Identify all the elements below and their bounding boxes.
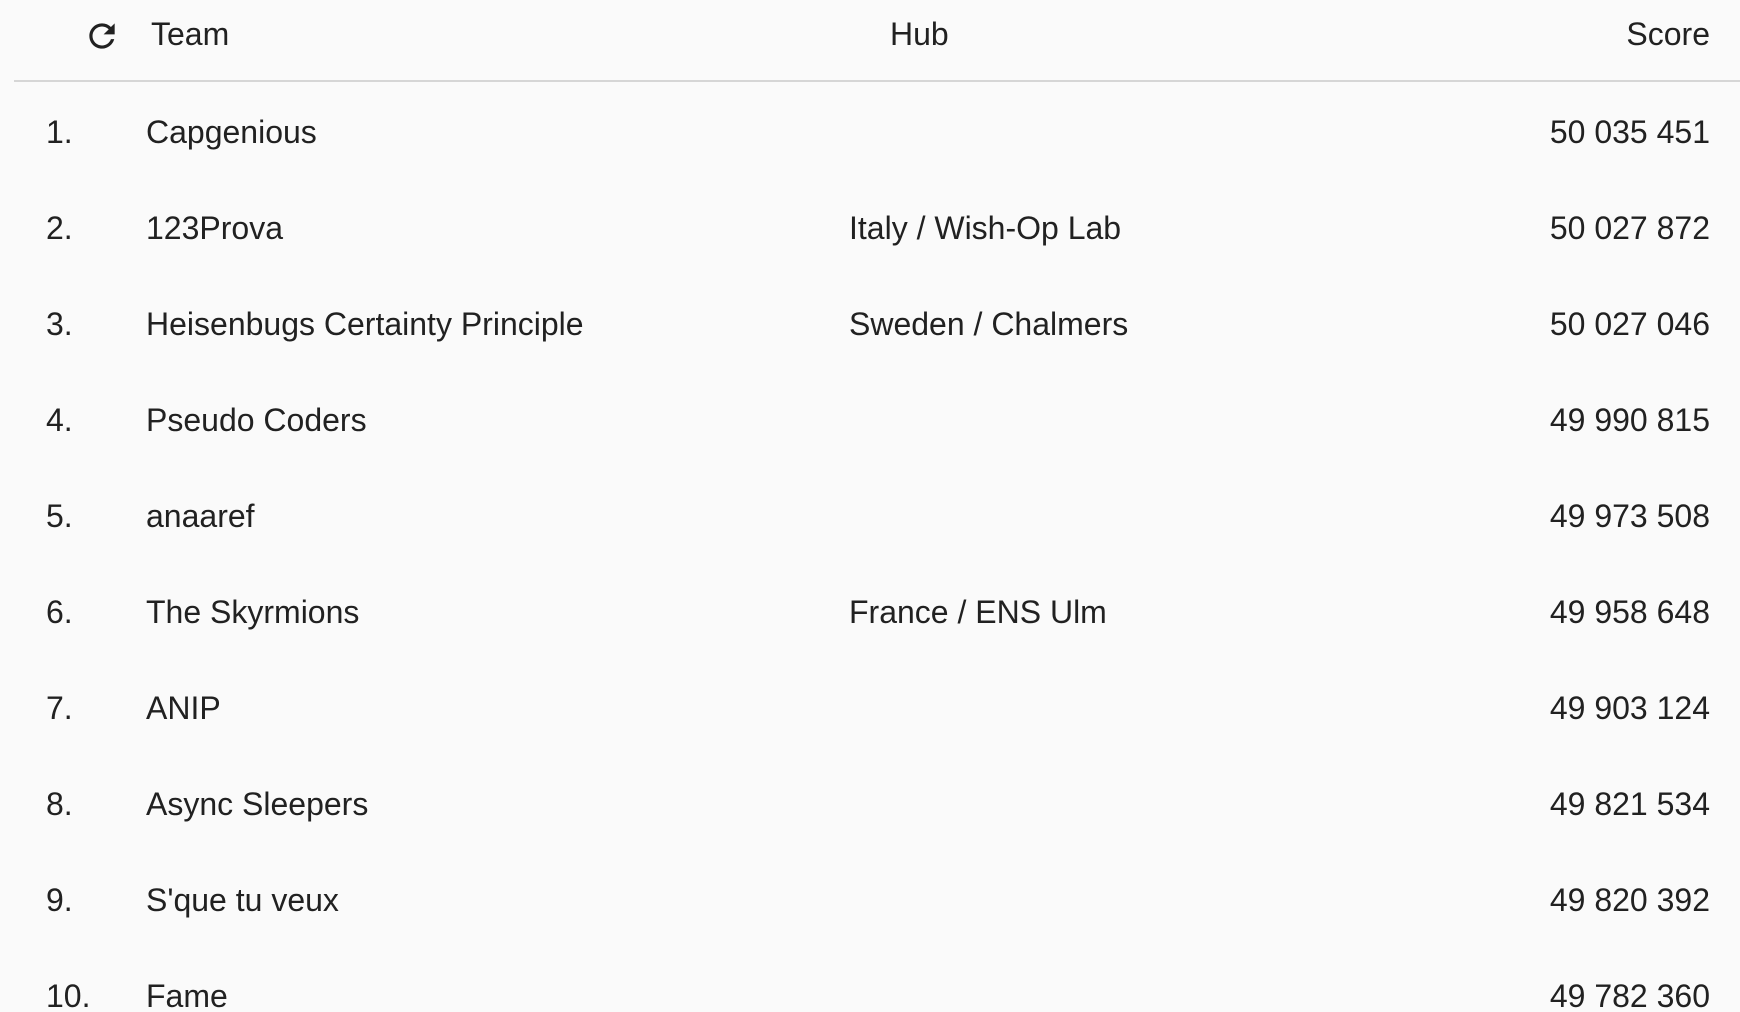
table-row[interactable]: 1. Capgenious 50 035 451: [0, 84, 1740, 180]
rank-cell: 6.: [46, 594, 73, 630]
rank-cell: 9.: [46, 882, 73, 918]
score-cell: 49 820 392: [1549, 882, 1710, 918]
rank-cell: 2.: [46, 210, 73, 246]
table-body: 1. Capgenious 50 035 451 2. 123Prova Ita…: [0, 84, 1740, 1012]
score-cell: 50 035 451: [1549, 114, 1710, 150]
team-cell: Capgenious: [146, 114, 317, 150]
team-cell: The Skyrmions: [146, 594, 360, 630]
team-cell: Fame: [146, 978, 228, 1012]
rank-cell: 4.: [46, 402, 73, 438]
rank-cell: 7.: [46, 690, 73, 726]
table-row[interactable]: 9. S'que tu veux 49 820 392: [0, 852, 1740, 948]
refresh-icon: [89, 23, 115, 49]
rank-cell: 8.: [46, 786, 73, 822]
table-row[interactable]: 5. anaaref 49 973 508: [0, 468, 1740, 564]
score-cell: 49 958 648: [1549, 594, 1710, 630]
table-header: Team Hub Score: [14, 0, 1740, 82]
team-cell: anaaref: [146, 498, 255, 534]
score-cell: 49 821 534: [1549, 786, 1710, 822]
score-cell: 49 990 815: [1549, 402, 1710, 438]
hub-cell: Italy / Wish-Op Lab: [849, 210, 1122, 246]
score-cell: 49 903 124: [1549, 690, 1710, 726]
table-row[interactable]: 6. The Skyrmions France / ENS Ulm 49 958…: [0, 564, 1740, 660]
hub-cell: France / ENS Ulm: [849, 594, 1107, 630]
team-cell: Async Sleepers: [146, 786, 369, 822]
table-row[interactable]: 8. Async Sleepers 49 821 534: [0, 756, 1740, 852]
team-cell: Pseudo Coders: [146, 402, 367, 438]
table-row[interactable]: 3. Heisenbugs Certainty Principle Sweden…: [0, 276, 1740, 372]
score-cell: 50 027 046: [1549, 306, 1710, 342]
table-row[interactable]: 4. Pseudo Coders 49 990 815: [0, 372, 1740, 468]
team-cell: S'que tu veux: [146, 882, 339, 918]
team-cell: Heisenbugs Certainty Principle: [146, 306, 584, 342]
column-header-hub[interactable]: Hub: [890, 0, 949, 68]
table-row[interactable]: 7. ANIP 49 903 124: [0, 660, 1740, 756]
score-cell: 49 973 508: [1549, 498, 1710, 534]
table-row[interactable]: 10. Fame 49 782 360: [0, 948, 1740, 1012]
refresh-button[interactable]: [80, 14, 124, 58]
team-cell: ANIP: [146, 690, 221, 726]
rank-cell: 10.: [46, 978, 91, 1012]
rank-cell: 3.: [46, 306, 73, 342]
table-row[interactable]: 2. 123Prova Italy / Wish-Op Lab 50 027 8…: [0, 180, 1740, 276]
score-cell: 49 782 360: [1549, 978, 1710, 1012]
hub-cell: Sweden / Chalmers: [849, 306, 1129, 342]
column-header-team[interactable]: Team: [151, 0, 229, 68]
rank-cell: 5.: [46, 498, 73, 534]
column-header-score[interactable]: Score: [1626, 0, 1710, 68]
score-cell: 50 027 872: [1549, 210, 1710, 246]
leaderboard: Team Hub Score 1. Capgenious 50 035 451 …: [0, 0, 1740, 1012]
team-cell: 123Prova: [146, 210, 283, 246]
rank-cell: 1.: [46, 114, 73, 150]
